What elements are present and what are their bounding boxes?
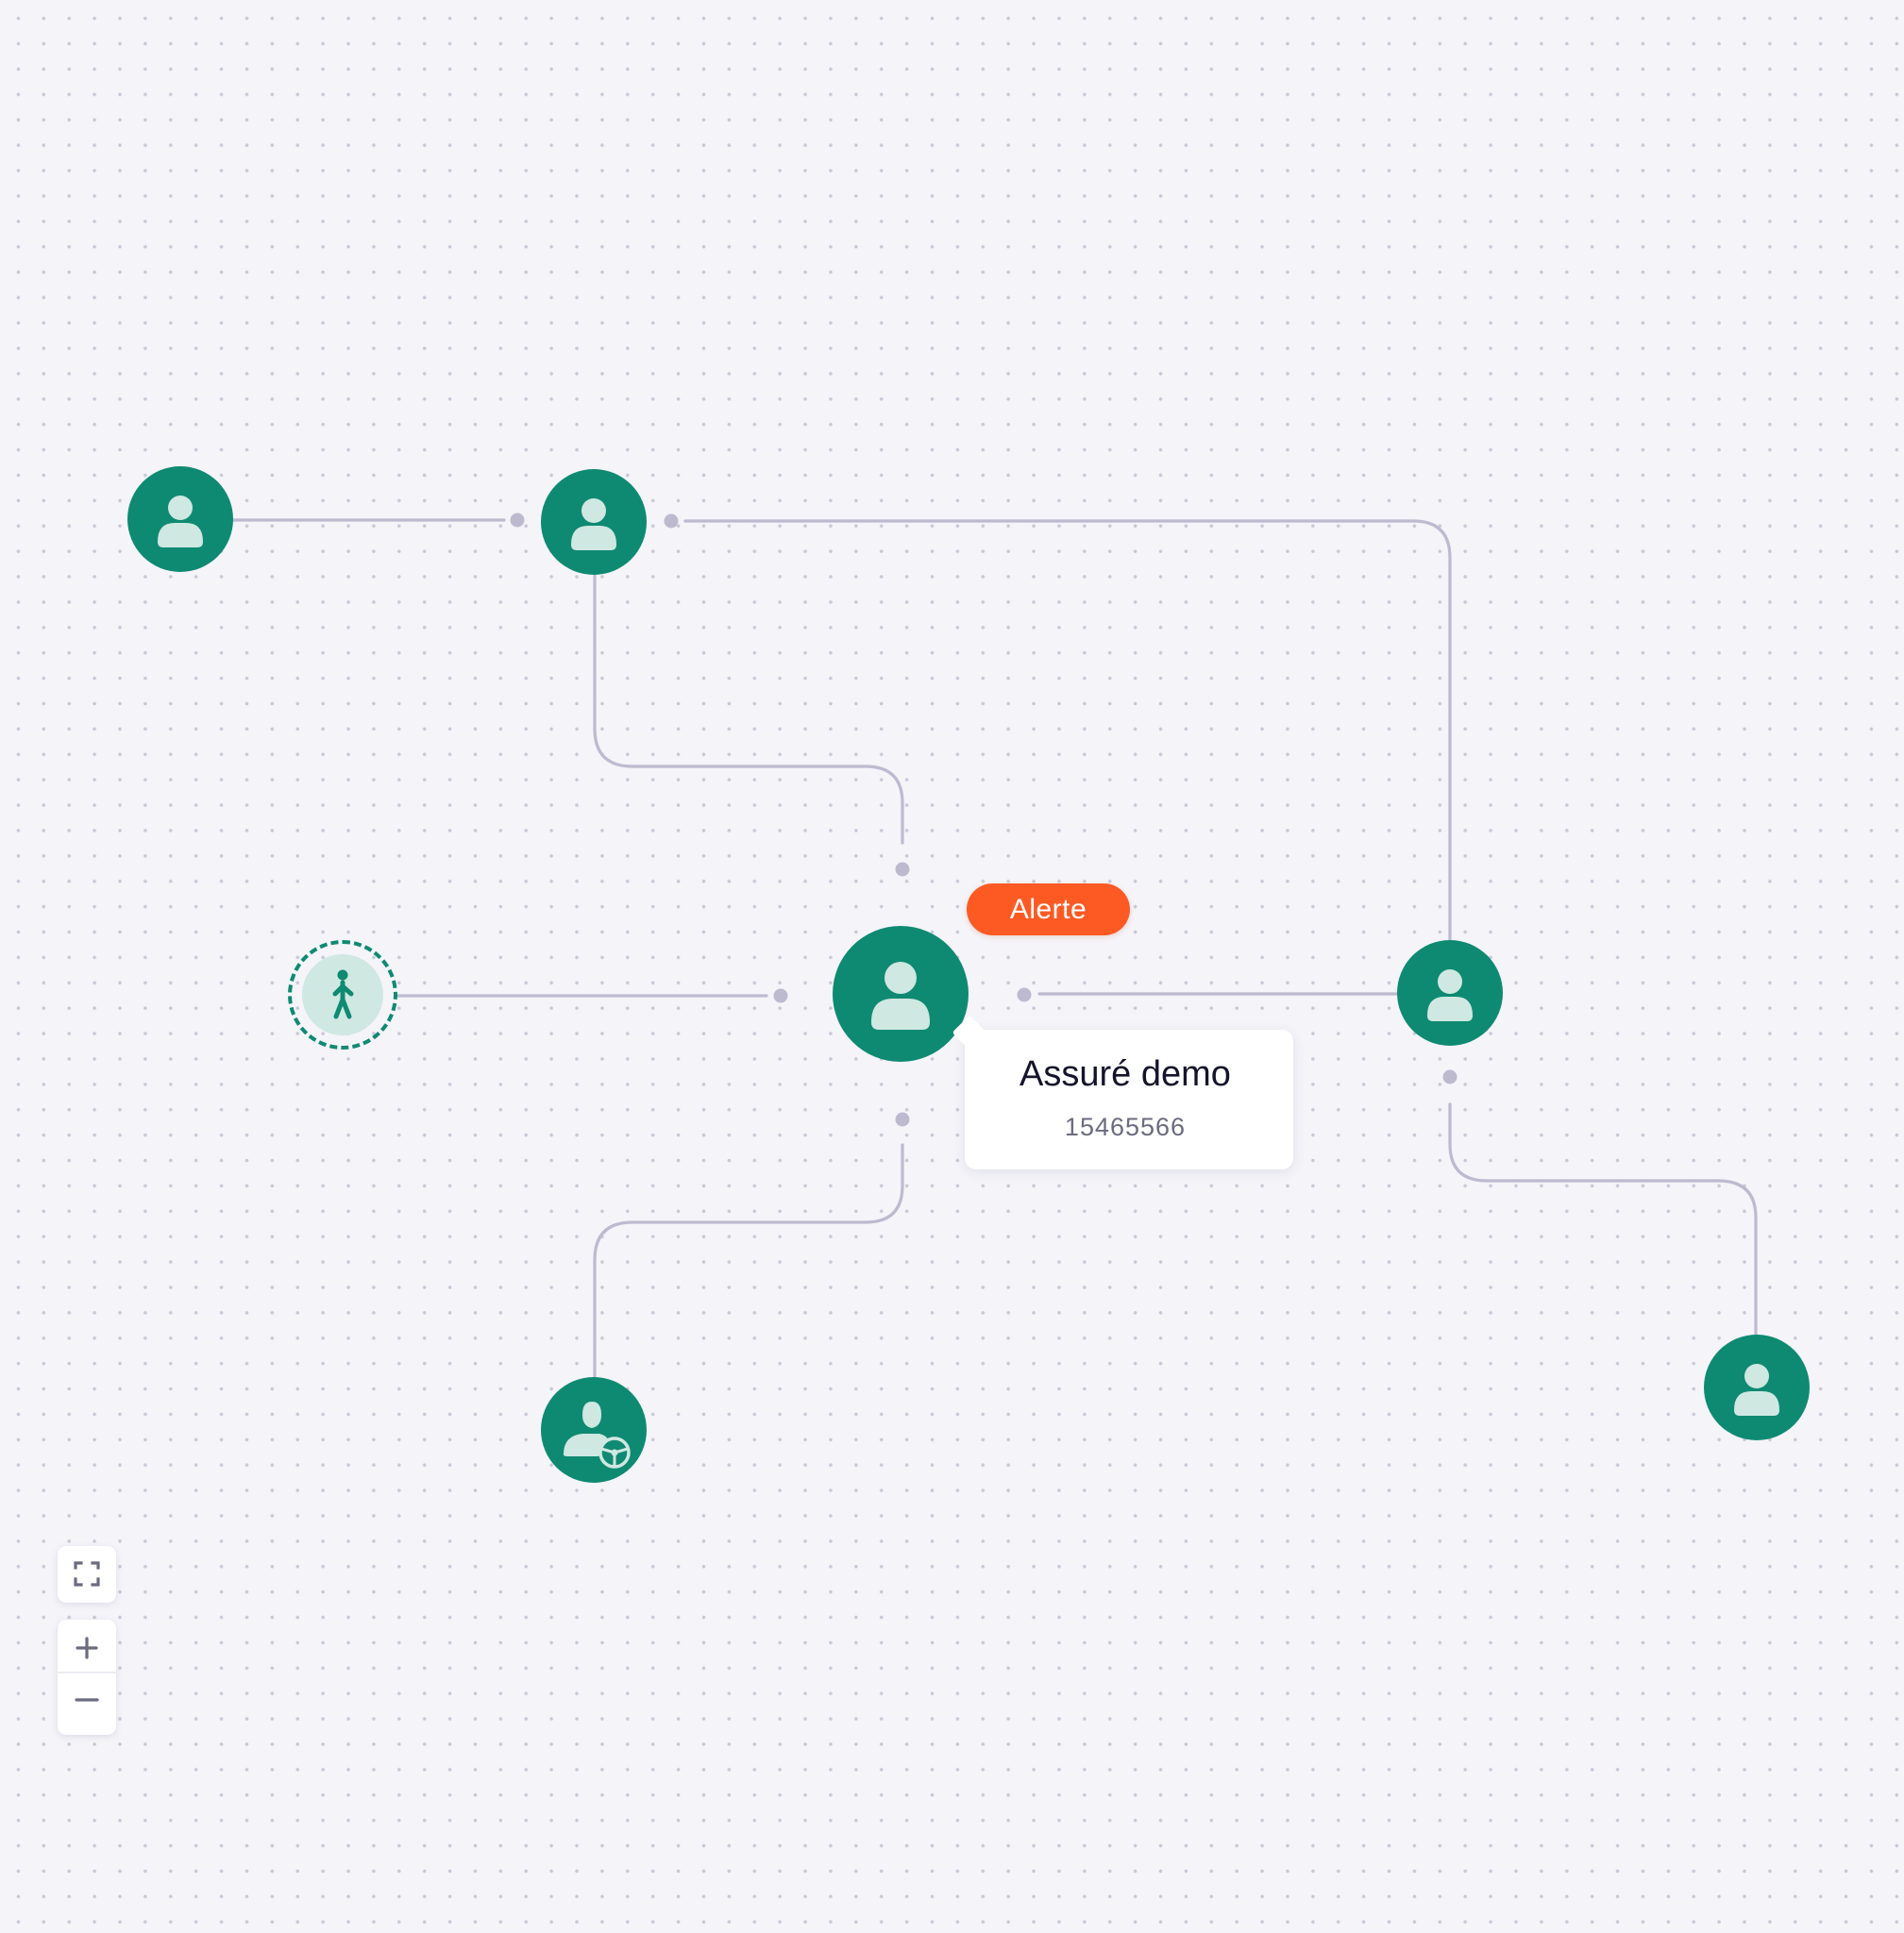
minus-icon: [75, 1698, 99, 1702]
person-node[interactable]: [1704, 1335, 1810, 1440]
person-icon: [571, 498, 616, 550]
person-icon: [871, 962, 930, 1030]
connector-dot: [773, 988, 788, 1003]
edge-right-person-to-bottom-right: [1448, 1102, 1758, 1338]
person-icon: [1427, 969, 1473, 1021]
zoom-divider: [58, 1672, 116, 1673]
connector-dot: [1442, 1069, 1457, 1084]
pedestrian-node[interactable]: [288, 940, 397, 1050]
plus-icon: [76, 1637, 98, 1659]
zoom-out-button[interactable]: [58, 1675, 116, 1726]
connector-dot: [1017, 987, 1032, 1002]
person-icon: [158, 496, 203, 547]
pedestrian-icon: [332, 969, 354, 1019]
zoom-in-button[interactable]: [58, 1622, 116, 1673]
person-node[interactable]: [1397, 940, 1503, 1046]
fullscreen-icon: [74, 1561, 100, 1587]
tooltip-id-number: 15465566: [1064, 1113, 1187, 1141]
fit-view-button[interactable]: [58, 1549, 116, 1600]
edge-center-to-driver: [593, 1143, 904, 1380]
pedestrian-node-body: [302, 954, 383, 1035]
tooltip-name: Assuré demo: [1019, 1054, 1231, 1094]
person-node[interactable]: [541, 469, 647, 575]
fit-view-control: [58, 1546, 116, 1603]
driver-node[interactable]: [541, 1377, 647, 1483]
connector-dot: [510, 513, 525, 528]
edge-person-b-to-right-person: [683, 519, 1452, 941]
alert-badge[interactable]: Alerte: [967, 883, 1130, 935]
focused-person-node[interactable]: [833, 926, 969, 1062]
connector-dot: [895, 1112, 910, 1127]
connector-dot: [895, 862, 910, 877]
zoom-controls: [58, 1620, 116, 1735]
node-tooltip: Assuré demo 15465566: [965, 1030, 1293, 1169]
person-node[interactable]: [127, 466, 233, 572]
connector-dot: [664, 513, 679, 529]
driver-icon: [564, 1402, 631, 1469]
edge-person-b-to-center: [593, 572, 904, 845]
person-icon: [1734, 1364, 1779, 1416]
